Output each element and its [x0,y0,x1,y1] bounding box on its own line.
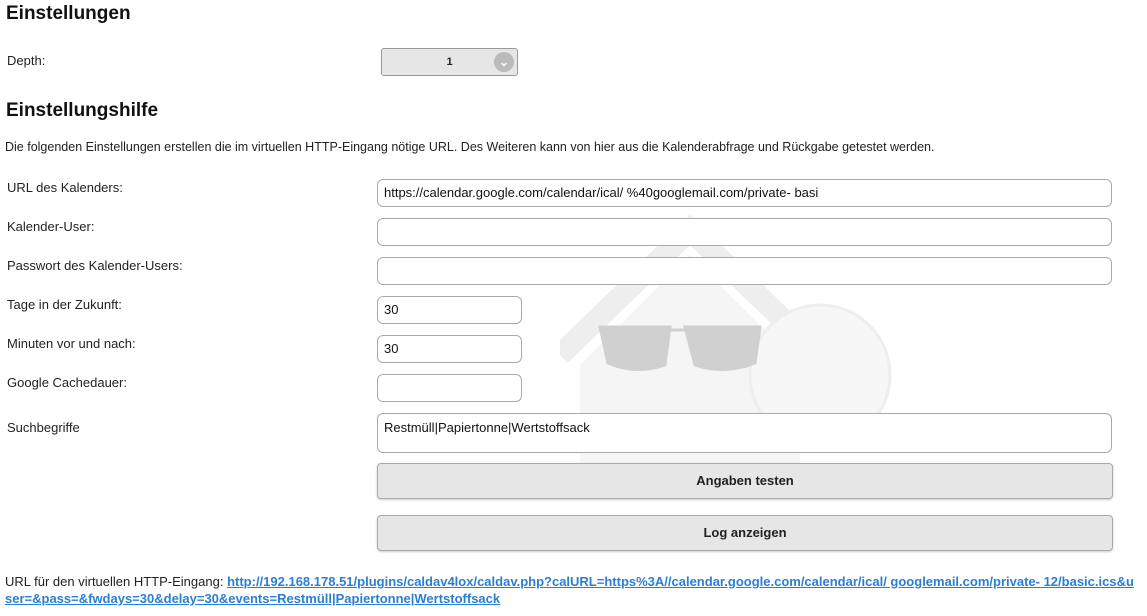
calendar-password-label: Passwort des Kalender-Users: [7,258,183,273]
depth-select[interactable]: 1 ⌄ [381,48,518,76]
depth-value: 1 [446,56,453,68]
calendar-password-input[interactable] [377,257,1112,285]
depth-label: Depth: [7,53,46,68]
future-days-input[interactable]: 30 [377,296,522,324]
cache-duration-input[interactable] [377,374,522,402]
settings-heading: Einstellungen [6,3,131,24]
calendar-user-label: Kalender-User: [7,219,95,234]
result-url-block: URL für den virtuellen HTTP-Eingang: htt… [5,573,1140,607]
chevron-down-icon: ⌄ [494,52,514,72]
search-terms-textarea[interactable]: Restmüll|Papiertonne|Wertstoffsack [377,413,1112,453]
calendar-user-input[interactable] [377,218,1112,246]
help-description: Die folgenden Einstellungen erstellen di… [5,140,935,154]
future-days-label: Tage in der Zukunft: [7,297,122,312]
test-settings-button[interactable]: Angaben testen [377,463,1113,499]
search-terms-label: Suchbegriffe [7,420,80,435]
calendar-url-label: URL des Kalenders: [7,180,123,195]
cache-duration-label: Google Cachedauer: [7,375,127,390]
calendar-url-input[interactable]: https://calendar.google.com/calendar/ica… [377,179,1112,207]
show-log-button[interactable]: Log anzeigen [377,515,1113,551]
result-url-label: URL für den virtuellen HTTP-Eingang: [5,574,224,589]
help-heading: Einstellungshilfe [6,100,159,121]
minutes-label: Minuten vor und nach: [7,336,136,351]
minutes-input[interactable]: 30 [377,335,522,363]
